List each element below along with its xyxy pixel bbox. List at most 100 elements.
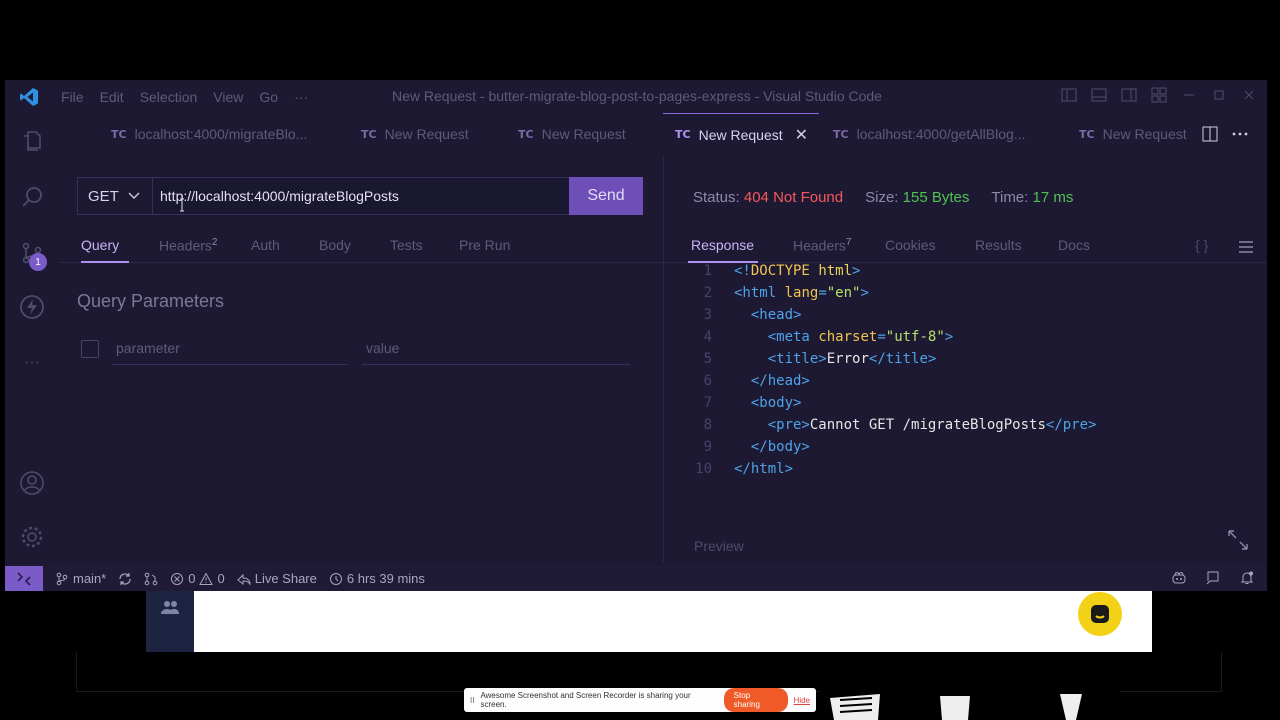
accounts-icon[interactable] [18,469,46,497]
tab-new-request-1[interactable]: TC New Request [361,113,469,155]
maximize-icon[interactable] [1211,87,1227,103]
tab-response[interactable]: Response [691,237,754,253]
live-share-label: Live Share [254,571,317,586]
line-number: 8 [703,417,712,433]
editor-tabs: TC localhost:4000/migrateBlo... TC New R… [59,113,1267,155]
settings-gear-icon[interactable] [18,523,46,551]
url-input[interactable]: http://localhost:4000/migrateBlogPosts [152,177,570,215]
menu-selection[interactable]: Selection [132,89,206,105]
pause-icon[interactable]: II [470,696,474,705]
warning-count: 0 [217,571,225,586]
hide-link[interactable]: Hide [794,696,810,705]
query-parameters-heading: Query Parameters [77,291,225,311]
code-text: <pre>Cannot GET /migrateBlogPosts</pre> [767,417,1097,433]
thunder-client-icon[interactable] [18,293,46,321]
format-braces-icon[interactable]: { } [1195,237,1208,253]
branch-indicator[interactable]: main* [55,571,106,586]
time-value: 17 ms [1032,189,1074,206]
vscode-logo-icon [5,80,53,113]
tab-get-all-blog[interactable]: TC localhost:4000/getAllBlog... [833,113,1025,155]
expand-icon[interactable] [1226,528,1250,552]
history-icon [329,572,342,585]
minimize-icon[interactable] [1181,87,1197,103]
notifications-bell-icon[interactable] [1239,570,1255,586]
code-line: 6 </head> [664,373,810,395]
menu-file[interactable]: File [53,89,92,105]
send-button[interactable]: Send [569,177,643,215]
tab-cookies[interactable]: Cookies [885,237,936,253]
copilot-icon[interactable] [1171,570,1187,586]
window-controls [1061,87,1257,103]
code-line: 7 <body> [664,395,802,417]
tab-new-request-active[interactable]: TC New Request ✕ [663,113,819,155]
menu-lines-icon[interactable] [1238,240,1254,254]
menu-go[interactable]: Go [251,89,286,105]
tab-migrate-blog[interactable]: TC localhost:4000/migrateBlo... [111,113,307,155]
tab-response-headers[interactable]: Headers7 [793,237,851,254]
preview-label[interactable]: Preview [694,538,744,554]
customize-layout-icon[interactable] [1151,87,1167,103]
menu-edit[interactable]: Edit [92,89,132,105]
code-line: 10 </html> [664,461,793,483]
menu-view[interactable]: View [205,89,251,105]
line-number: 5 [703,351,712,367]
split-editor-icon[interactable] [1202,126,1218,142]
tab-headers[interactable]: Headers2 [159,237,217,254]
time-label: Time: [991,189,1029,206]
status-bar: main* 0 0 Live Share 6 hrs 39 mins [5,566,1267,591]
parameter-input[interactable]: parameter [112,331,348,365]
toggle-panel-icon[interactable] [1091,87,1107,103]
live-share-button[interactable]: Live Share [236,571,317,586]
close-window-icon[interactable] [1241,87,1257,103]
tab-body[interactable]: Body [319,237,351,253]
toggle-secondary-sidebar-icon[interactable] [1121,87,1137,103]
more-actions-icon[interactable] [1231,126,1249,142]
chat-widget-button[interactable] [1078,592,1122,636]
explorer-icon[interactable] [18,127,46,155]
status-info: Status: 404 Not Found [693,189,843,206]
status-bar-right [1171,570,1255,586]
feedback-icon[interactable] [1205,570,1221,586]
time-info: Time: 17 ms [991,189,1073,206]
search-icon[interactable] [18,183,46,211]
tab-auth[interactable]: Auth [251,237,280,253]
tab-new-request-2[interactable]: TC New Request [518,113,626,155]
tab-label: localhost:4000/migrateBlo... [134,126,308,142]
tab-docs[interactable]: Docs [1058,237,1090,253]
url-value: http://localhost:4000/migrateBlogPosts [160,188,399,204]
tab-results[interactable]: Results [975,237,1022,253]
tab-label: Results [975,237,1022,253]
git-branch-icon [56,572,68,585]
more-views-icon[interactable]: ··· [18,349,46,377]
code-text: </body> [750,439,810,455]
method-select[interactable]: GET [77,177,153,215]
parameter-checkbox[interactable] [81,340,99,358]
close-tab-icon[interactable]: ✕ [795,125,808,145]
warning-icon [199,571,214,585]
thunder-client-tab-icon: TC [833,127,849,141]
pull-request-button[interactable] [144,572,158,586]
sync-button[interactable] [118,572,132,586]
tab-pre-run[interactable]: Pre Run [459,237,510,253]
code-line: 4 <meta charset="utf-8"> [664,329,954,351]
stop-sharing-button[interactable]: Stop sharing [723,688,788,712]
activity-bar: 1 ··· [5,113,59,562]
code-line: 3 <head> [664,307,802,329]
text-cursor-icon [180,198,184,212]
tab-label: Query [81,237,120,253]
chevron-down-icon [128,192,140,199]
time-tracker[interactable]: 6 hrs 39 mins [329,571,425,586]
thunder-client-tab-icon: TC [111,127,127,141]
toggle-sidebar-icon[interactable] [1061,87,1077,103]
remote-indicator[interactable] [5,566,43,591]
tab-label: New Request [541,126,626,142]
tab-tests[interactable]: Tests [390,237,423,253]
tab-query[interactable]: Query [81,237,119,253]
value-input[interactable]: value [362,331,630,365]
tab-new-request-3[interactable]: TC New Request [1079,113,1187,155]
problems-indicator[interactable]: 0 0 [170,571,225,586]
size-info: Size: 155 Bytes [865,189,969,206]
vscode-window: File Edit Selection View Go ··· New Requ… [5,80,1267,591]
menu-more[interactable]: ··· [286,89,316,105]
background-artwork [820,690,1120,720]
